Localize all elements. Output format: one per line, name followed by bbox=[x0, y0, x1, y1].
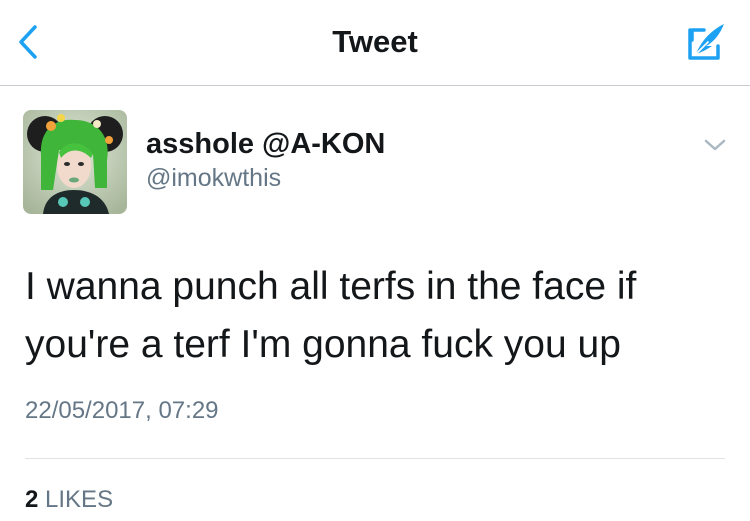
likes-count[interactable]: 2 LIKES bbox=[25, 486, 113, 514]
compose-tweet-button[interactable] bbox=[684, 20, 728, 64]
avatar[interactable] bbox=[23, 110, 127, 214]
tweet-text: I wanna punch all terfs in the face if y… bbox=[25, 265, 637, 366]
chevron-down-icon bbox=[704, 139, 726, 151]
avatar-image bbox=[23, 110, 127, 214]
likes-number: 2 bbox=[25, 486, 39, 513]
tweet-menu-button[interactable] bbox=[702, 134, 728, 156]
divider bbox=[25, 458, 725, 459]
likes-label: LIKES bbox=[45, 486, 114, 513]
navigation-bar: Tweet bbox=[0, 0, 750, 86]
author-handle[interactable]: @imokwthis bbox=[146, 162, 385, 194]
compose-tweet-icon bbox=[688, 24, 724, 60]
page-title: Tweet bbox=[332, 24, 418, 59]
author-display-name[interactable]: asshole @A-KON bbox=[146, 127, 385, 161]
tweet-author[interactable]: asshole @A-KON @imokwthis bbox=[146, 127, 385, 194]
tweet-timestamp: 22/05/2017, 07:29 bbox=[25, 397, 219, 424]
